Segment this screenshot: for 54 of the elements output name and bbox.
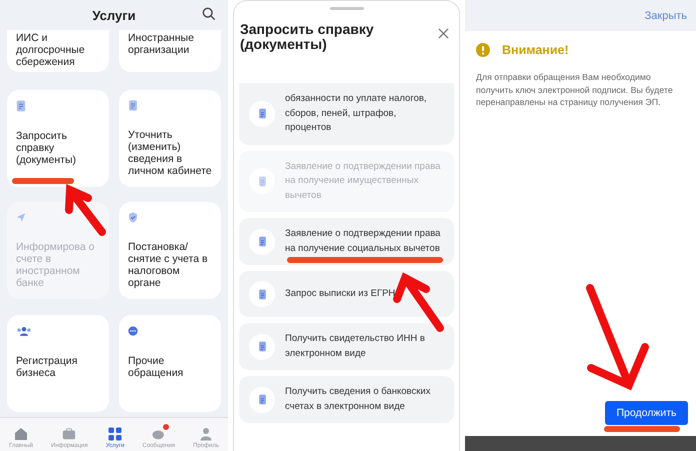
sheet-handle[interactable] bbox=[330, 7, 364, 10]
more-icon bbox=[128, 324, 138, 336]
service-tile[interactable]: Регистрация бизнеса bbox=[7, 314, 109, 412]
notification-dot bbox=[162, 424, 169, 430]
option-label: Заявление о подтверждении права на получение социальных вычетов bbox=[285, 227, 442, 256]
case-icon bbox=[62, 427, 76, 441]
tile-label: Регистрация бизнеса bbox=[16, 354, 78, 378]
paper-plane-icon bbox=[16, 212, 26, 223]
option-label: Запрос выписки из ЕГРН bbox=[285, 286, 396, 301]
option-label: Заявление о подтверждении права на получение имущественных вычетов bbox=[285, 160, 442, 202]
warning-icon bbox=[476, 43, 490, 57]
document-icon bbox=[249, 228, 275, 254]
continue-button[interactable]: Продолжить bbox=[605, 401, 688, 425]
tile-label: Постановка/ снятие с учета в налоговом органе bbox=[128, 241, 209, 289]
people-icon bbox=[16, 324, 32, 336]
document-icon bbox=[16, 100, 26, 112]
service-tile[interactable]: Постановка/ снятие с учета в налоговом органе bbox=[119, 202, 221, 299]
shield-icon bbox=[128, 212, 138, 223]
person-icon bbox=[199, 427, 213, 441]
arrow-annotation bbox=[393, 272, 444, 332]
tile-label: Информирова о счете в иностранном банке bbox=[16, 241, 96, 289]
option-label: обязанности по уплате налогов, сборов, пеней, штрафов, процентов bbox=[285, 92, 428, 135]
service-tile[interactable]: ИИС и долгосрочные сбережения bbox=[7, 30, 109, 72]
grid-icon bbox=[108, 427, 122, 441]
request-option[interactable]: обязанности по уплате налогов, сборов, пеней, штрафов, процентов bbox=[239, 83, 454, 144]
screen-title: Услуги bbox=[92, 8, 136, 22]
tile-label: Уточнить (изменить) сведения в личном кабинете bbox=[128, 128, 212, 176]
tile-label: Иностранные организации bbox=[128, 32, 195, 56]
search-icon[interactable] bbox=[202, 7, 216, 21]
tile-label: Запросить справку (документы) bbox=[16, 130, 78, 166]
request-option[interactable]: Заявление о подтверждении права на получение социальных вычетов bbox=[239, 218, 454, 265]
sheet-title: Запросить справку (документы) bbox=[240, 22, 375, 54]
option-label: Получить свидетельство ИНН в электронном виде bbox=[285, 332, 426, 360]
house-icon bbox=[14, 427, 28, 441]
document-icon bbox=[128, 100, 138, 110]
option-label: Получить сведения о банковских счетах в электронном виде bbox=[285, 385, 432, 414]
service-tile[interactable]: Уточнить (изменить) сведения в личном кабинете bbox=[119, 90, 221, 186]
request-option[interactable]: Получить свидетельство ИНН в электронном виде bbox=[239, 323, 454, 370]
request-option[interactable]: Запрос выписки из ЕГРН bbox=[239, 271, 454, 317]
service-tile[interactable]: Запросить справку (документы) bbox=[7, 90, 109, 186]
close-icon[interactable] bbox=[438, 28, 449, 39]
tile-label: ИИС и долгосрочные сбережения bbox=[16, 32, 86, 68]
service-tile[interactable]: Прочие обращения bbox=[119, 314, 221, 412]
document-icon bbox=[249, 334, 275, 360]
document-icon bbox=[249, 386, 275, 412]
tile-label: Прочие обращения bbox=[128, 354, 184, 378]
document-icon bbox=[249, 100, 275, 127]
arrow-annotation bbox=[65, 184, 106, 236]
document-icon bbox=[249, 168, 275, 194]
request-option[interactable]: Получить сведения о банковских счетах в электронном виде bbox=[239, 376, 454, 423]
document-icon bbox=[249, 281, 275, 307]
service-tile[interactable]: Иностранные организации bbox=[119, 30, 221, 72]
warning-title: Внимание! bbox=[502, 43, 569, 57]
warning-message: Для отправки обращения Вам необходимо получить ключ электронной подписи. Вы будете перенаправлены на страницу получения ЭП. bbox=[476, 71, 674, 108]
